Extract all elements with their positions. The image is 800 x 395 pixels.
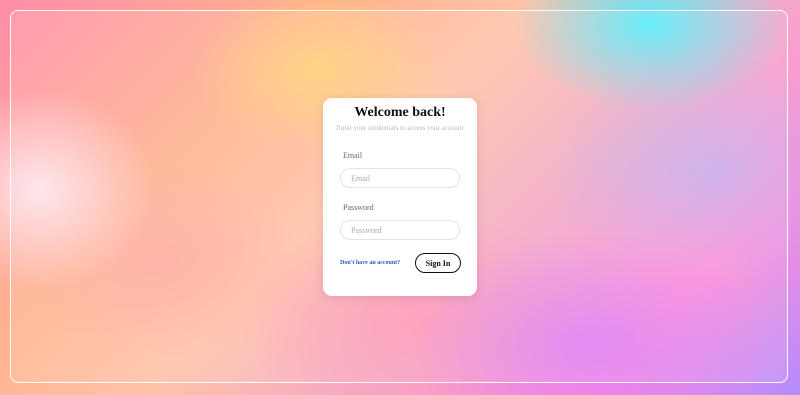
password-field[interactable] (340, 220, 460, 240)
email-field[interactable] (340, 168, 460, 188)
page-subtitle: Enter your credentials to access your ac… (336, 124, 464, 132)
email-label: Email (343, 151, 363, 160)
sign-in-button[interactable]: Sign In (415, 253, 461, 273)
password-label: Password (343, 203, 374, 212)
signup-link[interactable]: Don't have an account? (340, 259, 400, 267)
page-title: Welcome back! (354, 105, 446, 120)
